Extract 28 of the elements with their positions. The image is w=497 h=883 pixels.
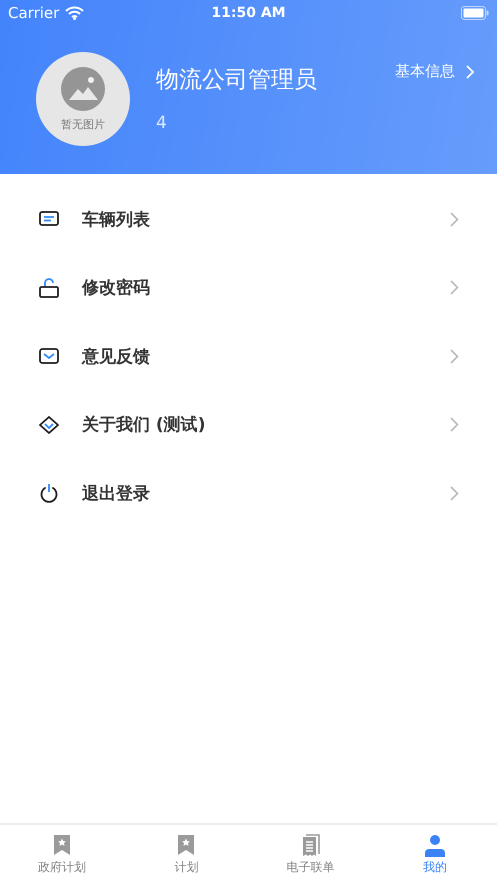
battery-icon xyxy=(461,6,489,20)
carrier-label: Carrier xyxy=(8,4,60,22)
tab[interactable]: 电子联单 xyxy=(248,825,373,883)
tab[interactable]: 政府计划 xyxy=(0,825,124,883)
menu-item[interactable]: 车辆列表 xyxy=(0,185,497,254)
chevron-icon xyxy=(450,348,459,364)
chevron-icon xyxy=(450,486,459,501)
menu-item[interactable]: 关于我们 (测试) xyxy=(0,390,497,459)
person-icon xyxy=(422,833,447,857)
avatar-caption: 暂无图片 xyxy=(61,116,105,132)
tab[interactable]: 计划 xyxy=(124,825,248,883)
power-icon xyxy=(39,483,59,504)
user-id: 4 xyxy=(156,113,168,133)
clock: 11:50 AM xyxy=(211,4,286,20)
wifi-icon xyxy=(65,6,84,20)
lock-icon xyxy=(39,278,59,298)
chevron-icon xyxy=(465,64,475,78)
tab[interactable]: 我的 xyxy=(372,825,497,883)
mail-icon xyxy=(39,346,59,366)
chevron-icon xyxy=(450,417,459,432)
image-placeholder-icon xyxy=(61,66,105,110)
chevron-icon xyxy=(450,280,459,296)
menu-item[interactable]: 修改密码 xyxy=(0,254,497,322)
user-name: 物流公司管理员 xyxy=(156,66,317,95)
diamond-icon xyxy=(39,414,59,435)
chevron-icon xyxy=(450,212,459,227)
menu-item[interactable]: 意见反馈 xyxy=(0,322,497,390)
menu-item[interactable]: 退出登录 xyxy=(0,459,497,528)
